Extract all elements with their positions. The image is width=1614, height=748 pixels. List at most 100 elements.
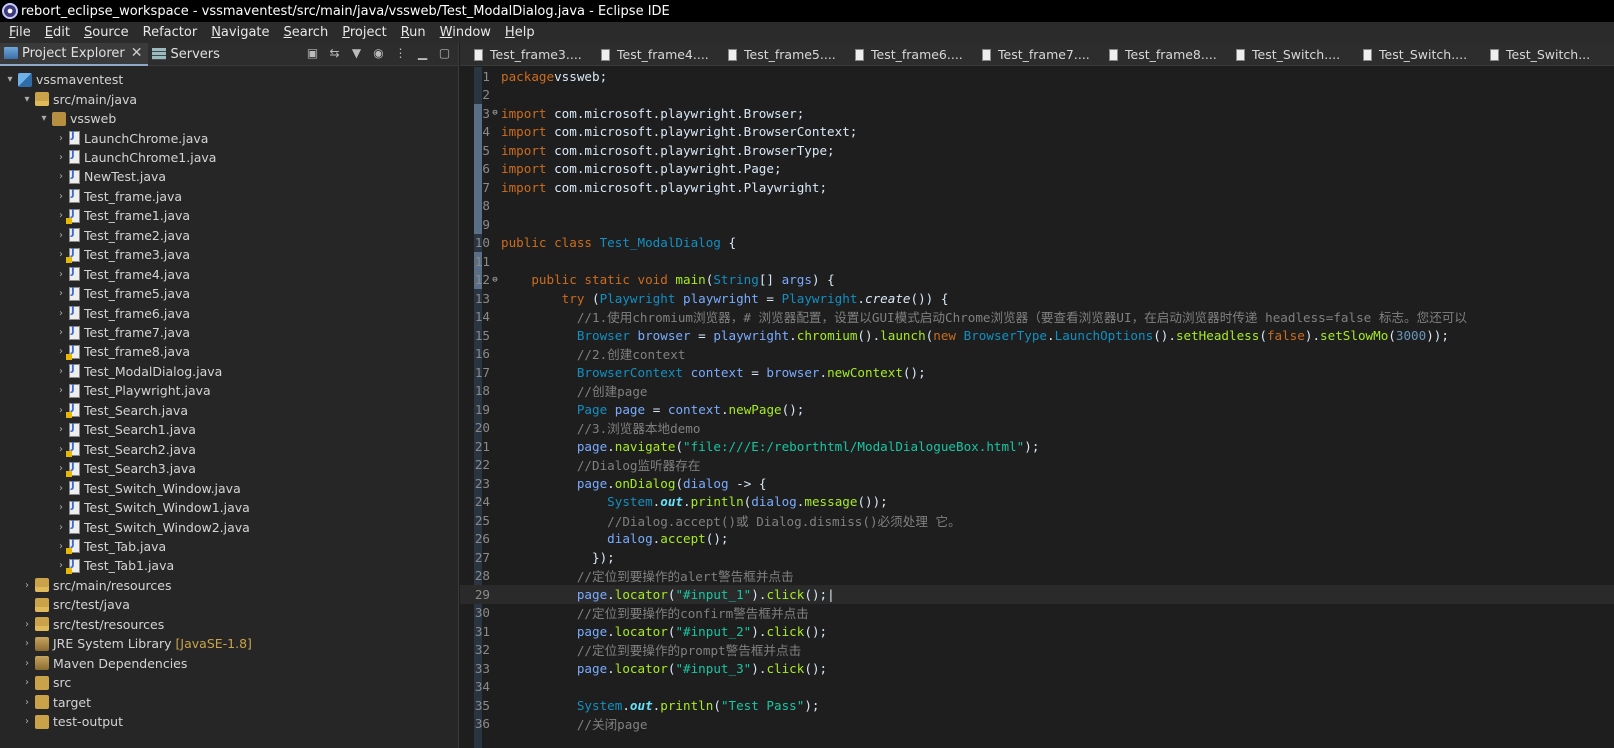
code-line[interactable]: 28 //定位到要操作的alert警告框并点击 bbox=[460, 567, 1614, 586]
tree-item[interactable]: › LaunchChrome1.java bbox=[0, 148, 458, 167]
tab-servers[interactable]: Servers bbox=[148, 43, 225, 66]
code-line[interactable]: 4 import com.microsoft.playwright.Browser… bbox=[460, 123, 1614, 142]
editor-tab[interactable]: Test_Switch... bbox=[1476, 43, 1603, 65]
maximize-icon[interactable]: ▢ bbox=[437, 46, 452, 61]
chevron-right-icon[interactable]: › bbox=[55, 288, 67, 299]
tree-item[interactable]: › Test_Playwright.java bbox=[0, 381, 458, 400]
chevron-right-icon[interactable]: › bbox=[21, 697, 33, 708]
tree-item[interactable]: › NewTest.java bbox=[0, 167, 458, 186]
fold-collapse-icon[interactable]: ⊖ bbox=[490, 108, 500, 118]
tree-item[interactable]: › LaunchChrome.java bbox=[0, 128, 458, 147]
menu-file[interactable]: File bbox=[2, 22, 38, 43]
tree-item[interactable]: ›Test_frame3.java bbox=[0, 245, 458, 264]
tree-item[interactable]: › src/main/resources bbox=[0, 576, 458, 595]
code-line[interactable]: 2 bbox=[460, 86, 1614, 105]
code-line[interactable]: 7 import com.microsoft.playwright.Playwri… bbox=[460, 178, 1614, 197]
chevron-down-icon[interactable]: ▾ bbox=[21, 94, 33, 105]
code-line[interactable]: 21 page.navigate("file:///E:/reborthtml/… bbox=[460, 437, 1614, 456]
code-line[interactable]: 13 try (Playwright playwright = Playwrig… bbox=[460, 289, 1614, 308]
code-line[interactable]: 27 }); bbox=[460, 548, 1614, 567]
editor-tab[interactable]: Test_frame4.... bbox=[587, 43, 714, 65]
tree-item[interactable]: ›Test_Search3.java bbox=[0, 459, 458, 478]
chevron-right-icon[interactable]: › bbox=[21, 619, 33, 630]
tree-item[interactable]: › Test_frame6.java bbox=[0, 303, 458, 322]
tree-item[interactable]: › Test_frame4.java bbox=[0, 265, 458, 284]
chevron-right-icon[interactable]: › bbox=[55, 385, 67, 396]
tree-item[interactable]: ▾ vssmaventest bbox=[0, 70, 458, 89]
chevron-right-icon[interactable]: › bbox=[55, 483, 67, 494]
code-line[interactable]: 18 //创建page bbox=[460, 382, 1614, 401]
tree-item[interactable]: › Test_frame.java bbox=[0, 187, 458, 206]
chevron-right-icon[interactable]: › bbox=[55, 308, 67, 319]
menu-project[interactable]: Project bbox=[335, 22, 394, 43]
tree-item[interactable]: ▾ src/main/java bbox=[0, 89, 458, 108]
chevron-right-icon[interactable]: › bbox=[55, 424, 67, 435]
editor-tab[interactable]: Test_frame5.... bbox=[714, 43, 841, 65]
editor-tab[interactable]: Test_frame3.... bbox=[460, 43, 587, 65]
tree-item[interactable]: › Test_Switch_Window1.java bbox=[0, 498, 458, 517]
code-line[interactable]: 32 //定位到要操作的prompt警告框并点击 bbox=[460, 641, 1614, 660]
menu-navigate[interactable]: Navigate bbox=[204, 22, 276, 43]
tree-item[interactable]: ›Test_Search2.java bbox=[0, 440, 458, 459]
chevron-down-icon[interactable]: ▾ bbox=[38, 113, 50, 124]
tree-item[interactable]: › target bbox=[0, 692, 458, 711]
code-line[interactable]: 14 //1.使用chromium浏览器，# 浏览器配置，设置以GUI模式启动C… bbox=[460, 308, 1614, 327]
menu-search[interactable]: Search bbox=[277, 22, 336, 43]
close-icon[interactable]: ✕ bbox=[131, 45, 143, 61]
menu-help[interactable]: Help bbox=[498, 22, 542, 43]
code-line[interactable]: 17 BrowserContext context = browser.newC… bbox=[460, 363, 1614, 382]
code-line[interactable]: 9 bbox=[460, 215, 1614, 234]
tree-item[interactable]: ▾ vssweb bbox=[0, 109, 458, 128]
code-line[interactable]: 6 import com.microsoft.playwright.Page; bbox=[460, 160, 1614, 179]
tree-item[interactable]: › Test_Switch_Window2.java bbox=[0, 517, 458, 536]
code-line[interactable]: 1 packagevssweb; bbox=[460, 67, 1614, 86]
menu-source[interactable]: Source bbox=[77, 22, 136, 43]
code-line[interactable]: 11 bbox=[460, 252, 1614, 271]
tree-item[interactable]: › src/test/resources bbox=[0, 615, 458, 634]
code-line[interactable]: 15 Browser browser = playwright.chromium… bbox=[460, 326, 1614, 345]
editor-tab[interactable]: Test_frame7.... bbox=[968, 43, 1095, 65]
tree-item[interactable]: ›Test_Tab1.java bbox=[0, 556, 458, 575]
chevron-right-icon[interactable]: › bbox=[55, 133, 67, 144]
filter-icon[interactable]: ▼ bbox=[349, 46, 364, 61]
code-line[interactable]: 5 import com.microsoft.playwright.Browser… bbox=[460, 141, 1614, 160]
tree-item[interactable]: › Test_frame7.java bbox=[0, 323, 458, 342]
code-line[interactable]: 36 //关闭page bbox=[460, 715, 1614, 734]
fold-collapse-icon[interactable]: ⊖ bbox=[490, 275, 500, 285]
chevron-right-icon[interactable]: › bbox=[21, 677, 33, 688]
chevron-right-icon[interactable]: › bbox=[55, 327, 67, 338]
menu-window[interactable]: Window bbox=[433, 22, 498, 43]
tree-item[interactable]: ›Test_Search.java bbox=[0, 401, 458, 420]
code-line[interactable]: 10 public class Test_ModalDialog { bbox=[460, 234, 1614, 253]
tree-item[interactable]: › Test_Search1.java bbox=[0, 420, 458, 439]
menu-run[interactable]: Run bbox=[394, 22, 433, 43]
editor-tab[interactable]: Test_Switch.... bbox=[1222, 43, 1349, 65]
tree-item[interactable]: › Maven Dependencies bbox=[0, 654, 458, 673]
chevron-down-icon[interactable]: ▾ bbox=[4, 74, 16, 85]
tree-item[interactable]: › Test_frame2.java bbox=[0, 226, 458, 245]
code-line[interactable]: 29 page.locator("#input_1").click();| bbox=[460, 585, 1614, 604]
chevron-right-icon[interactable]: › bbox=[55, 171, 67, 182]
editor-tab[interactable]: Test_Switch.... bbox=[1349, 43, 1476, 65]
code-area[interactable]: 1 packagevssweb; 2 3 ⊖ import com.microsoft.p… bbox=[460, 67, 1614, 748]
code-line[interactable]: 25 //Dialog.accept()或 Dialog.dismiss()必须… bbox=[460, 511, 1614, 530]
tree-item[interactable]: › Test_frame5.java bbox=[0, 284, 458, 303]
code-line[interactable]: 33 page.locator("#input_3").click(); bbox=[460, 659, 1614, 678]
tree-item[interactable]: › src bbox=[0, 673, 458, 692]
code-line[interactable]: 3 ⊖ import com.microsoft.playwright.Browse… bbox=[460, 104, 1614, 123]
code-line[interactable]: 19 Page page = context.newPage(); bbox=[460, 400, 1614, 419]
editor-tab[interactable]: Test_frame6.... bbox=[841, 43, 968, 65]
chevron-right-icon[interactable]: › bbox=[55, 152, 67, 163]
tree-item[interactable]: ›Test_frame1.java bbox=[0, 206, 458, 225]
chevron-right-icon[interactable]: › bbox=[55, 522, 67, 533]
tree-item[interactable]: ›Test_Tab.java bbox=[0, 537, 458, 556]
code-line[interactable]: 12 ⊖ public static void main(String[] arg… bbox=[460, 271, 1614, 290]
code-line[interactable]: 23 page.onDialog(dialog -> { bbox=[460, 474, 1614, 493]
code-line[interactable]: 34 bbox=[460, 678, 1614, 697]
code-line[interactable]: 8 bbox=[460, 197, 1614, 216]
code-line[interactable]: 20 //3.浏览器本地demo bbox=[460, 419, 1614, 438]
tree-item[interactable]: src/test/java bbox=[0, 595, 458, 614]
code-line[interactable]: 31 page.locator("#input_2").click(); bbox=[460, 622, 1614, 641]
minimize-icon[interactable]: ▁ bbox=[415, 46, 430, 61]
code-line[interactable]: 30 //定位到要操作的confirm警告框并点击 bbox=[460, 604, 1614, 623]
